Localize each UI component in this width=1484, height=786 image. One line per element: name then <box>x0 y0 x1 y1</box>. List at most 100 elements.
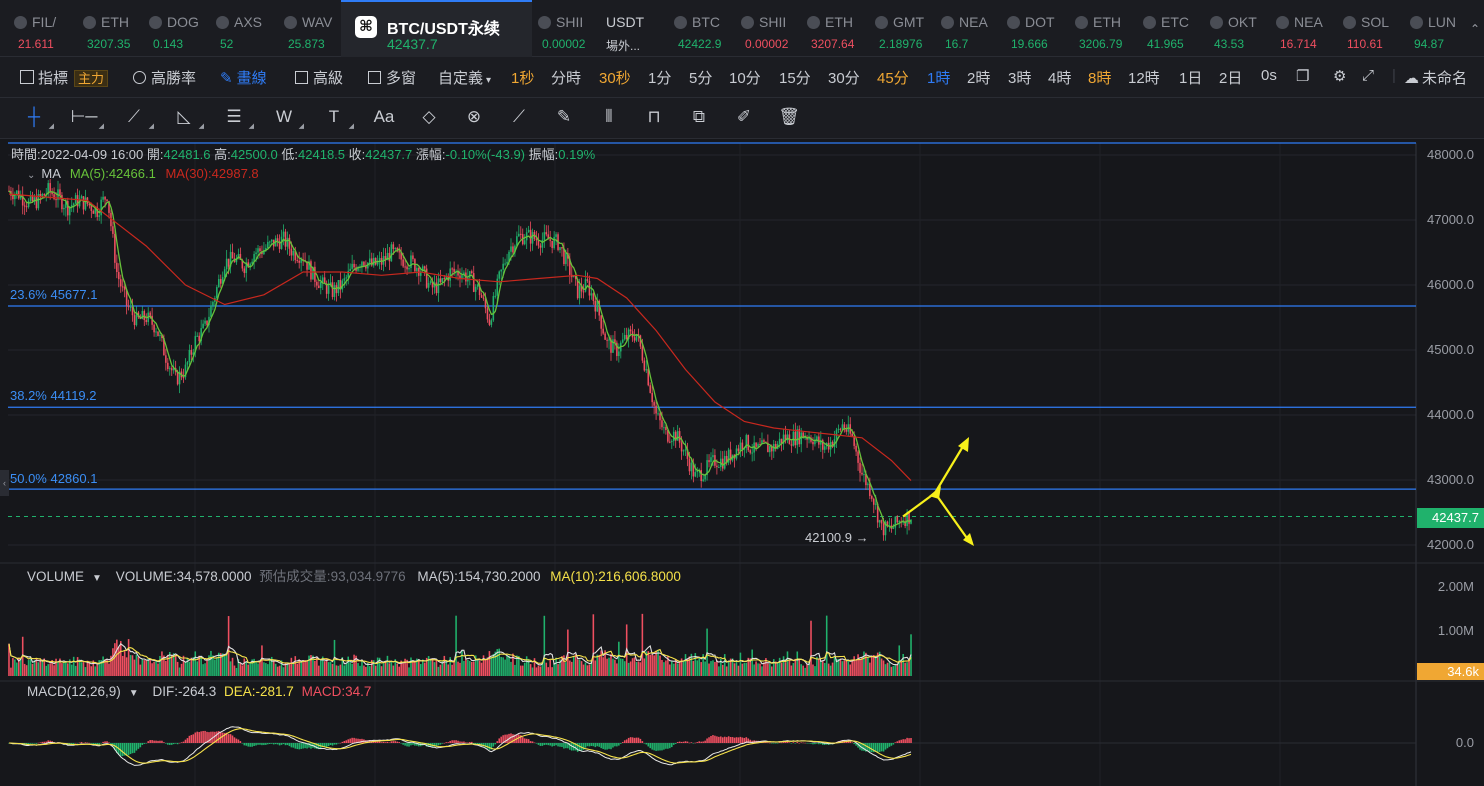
ticker-item[interactable]: ETC 41.965 <box>1137 0 1204 56</box>
ticker-item[interactable]: FIL/21.611 <box>8 0 77 56</box>
interval-16[interactable]: 2日 <box>1219 67 1242 88</box>
ticker-scroll-icon[interactable]: ⌃ <box>1470 22 1480 36</box>
sidebar-toggle-icon[interactable]: ‹ <box>0 470 9 496</box>
macd-hist-bar <box>459 741 461 743</box>
macd-hist-bar <box>708 737 710 743</box>
interval-0[interactable]: 1秒 <box>511 67 534 88</box>
macd-hist-bar <box>529 741 532 743</box>
interval-9[interactable]: 1時 <box>927 67 950 88</box>
candle-body <box>643 360 646 371</box>
ticker-item[interactable]: BTC 42422.9 <box>668 0 735 56</box>
magnet-icon[interactable]: ⊗ <box>460 106 488 128</box>
fullscreen-window-icon[interactable]: ❐ <box>1296 67 1309 85</box>
macd-hist-bar <box>659 743 661 751</box>
volume-bar <box>349 661 351 676</box>
ticker-item[interactable]: WAV 25.873 <box>278 0 341 56</box>
volume-current-tag: 34.6k <box>1417 663 1484 680</box>
brush-icon[interactable]: ✎ <box>550 106 578 128</box>
copy-icon[interactable]: ⧉ <box>685 106 713 128</box>
chevron-down-icon[interactable]: ▼ <box>92 573 102 584</box>
interval-15[interactable]: 1日 <box>1179 67 1202 88</box>
chevron-down-icon[interactable]: ▼ <box>129 688 139 699</box>
draw-line-button[interactable]: ✎ 畫線 <box>220 67 267 88</box>
candle-body <box>492 296 495 321</box>
layout-save-button[interactable]: ☁ 未命名 <box>1404 67 1467 88</box>
multi-window-label: 多窗 <box>386 70 417 87</box>
candle-body <box>778 438 781 444</box>
gear-icon[interactable]: ⚙ <box>1333 67 1346 85</box>
interval-12[interactable]: 4時 <box>1048 67 1071 88</box>
candle-body <box>561 247 563 249</box>
macd-hist-bar <box>143 743 146 744</box>
ticker-item[interactable]: LUN 94.87 <box>1404 0 1474 56</box>
horizontal-line-icon[interactable]: ⊢─ ◢ <box>70 106 104 130</box>
font-icon[interactable]: Aa <box>370 106 398 128</box>
advanced-button[interactable]: 高級 <box>295 67 343 88</box>
eraser-icon[interactable]: ◇ <box>415 106 443 128</box>
ticker-item[interactable]: ETH 3207.64 <box>801 0 869 56</box>
trash-icon[interactable]: 🗑 <box>775 106 803 128</box>
candle-body <box>545 232 548 235</box>
indicator-button[interactable]: 指標 主力 <box>20 67 109 88</box>
volume-bar <box>429 659 432 676</box>
wave-icon[interactable]: W ◢ <box>270 106 304 130</box>
ticker-item[interactable]: GMT 2.18976 <box>869 0 935 56</box>
text-tool-icon[interactable]: T ◢ <box>320 106 354 130</box>
interval-17[interactable]: 0s <box>1261 67 1277 84</box>
ticker-item[interactable]: AXS 52 <box>210 0 278 56</box>
macd-hist-bar <box>43 741 46 743</box>
parallel-channel-icon[interactable]: ☰ ◢ <box>220 106 254 130</box>
ticker-item[interactable]: ETH 3206.79 <box>1069 0 1137 56</box>
ticker-item[interactable]: DOG 0.143 <box>143 0 210 56</box>
ticker-item[interactable]: NEA 16.714 <box>1270 0 1337 56</box>
custom-interval-dropdown[interactable]: 自定義 ▾ <box>438 67 491 88</box>
volume-bar <box>35 658 38 676</box>
volume-bar <box>294 656 297 676</box>
candle-body <box>216 287 218 298</box>
edit-icon[interactable]: ✐ <box>730 106 758 128</box>
volume-bar <box>329 661 332 676</box>
ticker-item[interactable]: SHII 0.00002 <box>735 0 801 56</box>
candle-body <box>176 371 179 385</box>
interval-13[interactable]: 8時 <box>1088 67 1111 88</box>
interval-6[interactable]: 15分 <box>779 67 811 88</box>
expand-icon[interactable]: ⤢ <box>1362 67 1374 84</box>
win-rate-button[interactable]: 高勝率 <box>133 67 196 88</box>
macd-hist-bar <box>521 737 524 743</box>
angle-icon[interactable]: ◺ ◢ <box>170 106 204 130</box>
interval-1[interactable]: 分時 <box>551 67 581 88</box>
ticker-item[interactable]: OKT 43.53 <box>1204 0 1270 56</box>
lock-icon[interactable]: ⊓ <box>640 106 668 128</box>
candle-body <box>872 498 875 505</box>
candle-body <box>690 462 693 472</box>
interval-5[interactable]: 10分 <box>729 67 761 88</box>
interval-7[interactable]: 30分 <box>828 67 860 88</box>
interval-10[interactable]: 2時 <box>967 67 990 88</box>
candles-icon[interactable]: ⫴ <box>595 106 623 128</box>
collapse-icon[interactable]: ⌄ <box>27 170 35 181</box>
volume-bar <box>776 662 779 676</box>
ruler-icon[interactable]: ⟋ <box>505 106 533 128</box>
ticker-item[interactable]: ⌘ BTC/USDT永续 42437.7 <box>341 0 532 58</box>
volume-bar <box>112 648 114 676</box>
ticker-item[interactable]: NEA 16.7 <box>935 0 1001 56</box>
crosshair-icon[interactable]: ┼ ◢ <box>20 106 54 130</box>
macd-hist-bar <box>767 742 769 744</box>
multi-window-button[interactable]: 多窗 <box>368 67 416 88</box>
ticker-item[interactable]: SHII 0.00002 <box>532 0 598 56</box>
ticker-item[interactable]: SOL 110.61 <box>1337 0 1404 56</box>
volume-bar <box>839 658 842 676</box>
candle-body <box>390 244 393 262</box>
trend-lines-icon[interactable]: ⟋ ◢ <box>120 106 154 130</box>
candle-body <box>735 448 738 459</box>
interval-8[interactable]: 45分 <box>877 67 909 88</box>
interval-4[interactable]: 5分 <box>689 67 712 88</box>
ticker-item[interactable]: ETH 3207.35 <box>77 0 143 56</box>
interval-11[interactable]: 3時 <box>1008 67 1031 88</box>
interval-2[interactable]: 30秒 <box>599 67 631 88</box>
volume-bar <box>665 660 667 676</box>
interval-3[interactable]: 1分 <box>648 67 671 88</box>
interval-14[interactable]: 12時 <box>1128 67 1160 88</box>
ticker-item[interactable]: DOT 19.666 <box>1001 0 1069 56</box>
ticker-item[interactable]: USDT 場外... <box>598 0 668 56</box>
